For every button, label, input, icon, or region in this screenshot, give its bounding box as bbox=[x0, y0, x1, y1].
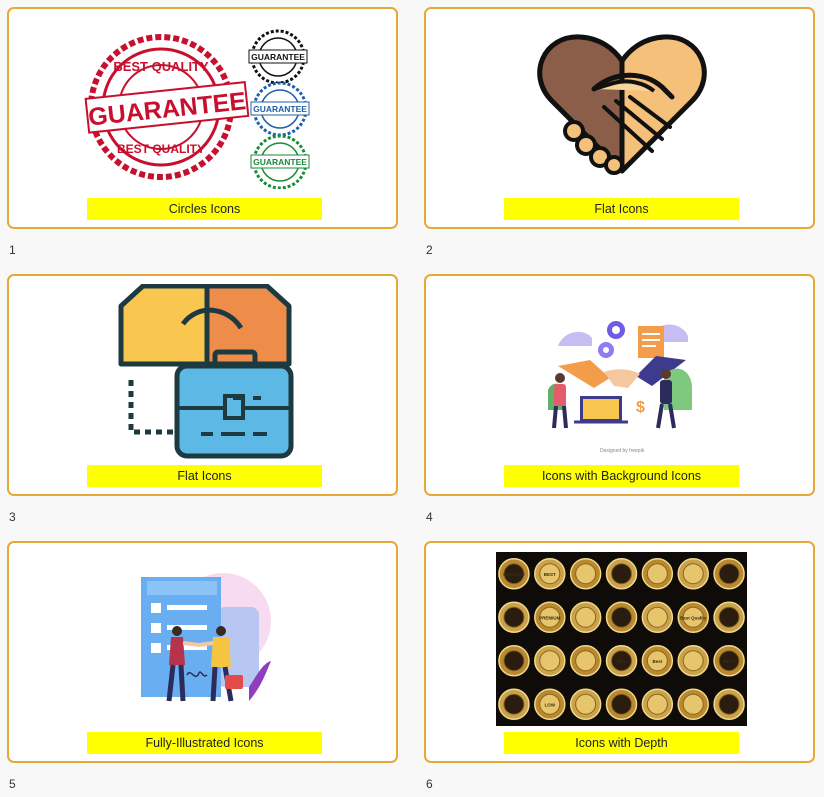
gold-badge-icon bbox=[605, 601, 638, 633]
gold-badge-icon bbox=[605, 558, 638, 590]
gold-badge-icon: LOW bbox=[534, 688, 566, 720]
gold-badge-icon bbox=[677, 645, 709, 677]
slide-card-5[interactable]: Fully-Illustrated Icons bbox=[7, 541, 398, 763]
slide-number: 6 bbox=[426, 777, 433, 791]
svg-text:GUARANTEE: GUARANTEE bbox=[251, 52, 305, 62]
gold-badge-label: BEST bbox=[544, 572, 556, 577]
svg-text:$: $ bbox=[636, 399, 645, 416]
handshake-briefcase-icon bbox=[118, 284, 294, 459]
handshake-icon bbox=[537, 34, 707, 175]
svg-text:GUARANTEE: GUARANTEE bbox=[253, 157, 307, 167]
slide-caption: Icons with Depth bbox=[504, 732, 739, 754]
gold-badge-label: LOW bbox=[545, 702, 556, 707]
gold-badge-icon: BIG bbox=[605, 645, 638, 677]
business-handshake-illustration: $ Designed by freepik bbox=[548, 321, 692, 454]
slide-number: 2 bbox=[426, 243, 433, 257]
slide-card-2[interactable]: Flat Icons bbox=[424, 7, 815, 229]
gold-badge-label: Best bbox=[652, 659, 662, 664]
gold-badge-icon bbox=[713, 688, 745, 720]
red-guarantee-seal-icon: BEST QUALITY GUARANTEE BEST QUALITY bbox=[84, 34, 250, 180]
slide-card-1[interactable]: BEST QUALITY GUARANTEE BEST QUALITY GUAR… bbox=[7, 7, 398, 229]
gold-badge-icon: BEST bbox=[534, 558, 566, 590]
black-guarantee-seal-icon: GUARANTEE bbox=[248, 29, 308, 85]
slide-number: 3 bbox=[9, 510, 16, 524]
slide-number: 4 bbox=[426, 510, 433, 524]
gold-badge-icon bbox=[569, 645, 602, 677]
gold-badge-icon bbox=[498, 645, 530, 677]
blue-guarantee-seal-icon: GUARANTEE bbox=[250, 81, 310, 137]
gold-badge-icon bbox=[534, 645, 566, 677]
gold-badge-icon bbox=[498, 601, 530, 633]
slide-caption: Flat Icons bbox=[87, 465, 322, 487]
gold-badges-collection: PREMIUM BEST PREMIUM Best Quality BIG Best BES… bbox=[496, 552, 747, 726]
gold-badge-icon bbox=[605, 688, 638, 720]
slide-caption: Flat Icons bbox=[504, 198, 739, 220]
gold-badge-icon bbox=[677, 558, 709, 590]
slide-caption: Circles Icons bbox=[87, 198, 322, 220]
gold-badge-icon bbox=[713, 558, 745, 590]
green-guarantee-seal-icon: GUARANTEE bbox=[250, 134, 310, 189]
slide-caption: Icons with Background Icons bbox=[504, 465, 739, 487]
slide-number: 1 bbox=[9, 243, 16, 257]
guarantee-seal-image: BEST QUALITY GUARANTEE BEST QUALITY GUAR… bbox=[84, 29, 310, 189]
gold-badge-icon: PREMIUM bbox=[534, 601, 566, 633]
gold-badge-icon bbox=[677, 688, 709, 720]
slide-number: 5 bbox=[9, 777, 16, 791]
gold-badge-icon: Best bbox=[641, 645, 674, 677]
gold-badge-icon bbox=[569, 688, 602, 720]
gold-badge-icon bbox=[569, 558, 602, 590]
gold-badge-icon bbox=[641, 601, 674, 633]
slide-card-4[interactable]: $ Designed by freepik Icons with Backgro… bbox=[424, 274, 815, 496]
gold-badge-icon: BEST bbox=[713, 645, 745, 677]
freepik-credit: Designed by freepik bbox=[600, 448, 645, 454]
contract-agreement-illustration bbox=[141, 573, 271, 702]
slide-card-6[interactable]: PREMIUM BEST PREMIUM Best Quality BIG Best BES… bbox=[424, 541, 815, 763]
slide-card-3[interactable]: Flat Icons bbox=[7, 274, 398, 496]
gold-badge-icon bbox=[641, 688, 674, 720]
svg-text:GUARANTEE: GUARANTEE bbox=[253, 104, 307, 114]
gold-badge-icon bbox=[569, 601, 602, 633]
gold-badge-icon bbox=[641, 558, 674, 590]
gold-badge-icon bbox=[498, 688, 530, 720]
gold-badge-icon: Best Quality bbox=[677, 601, 709, 633]
gold-badge-label: BIG bbox=[617, 659, 626, 664]
gold-badge-icon bbox=[713, 601, 745, 633]
seal-bottom-text: BEST QUALITY bbox=[117, 142, 205, 156]
gold-badge-label: PREMIUM bbox=[539, 615, 561, 620]
gold-badge-label: Best Quality bbox=[680, 615, 707, 620]
seal-top-text: BEST QUALITY bbox=[113, 59, 209, 74]
gold-badge-icon: PREMIUM bbox=[498, 558, 530, 590]
gold-badge-label: PREMIUM bbox=[503, 572, 525, 577]
gold-badge-label: BEST bbox=[723, 659, 735, 664]
slide-caption: Fully-Illustrated Icons bbox=[87, 732, 322, 754]
